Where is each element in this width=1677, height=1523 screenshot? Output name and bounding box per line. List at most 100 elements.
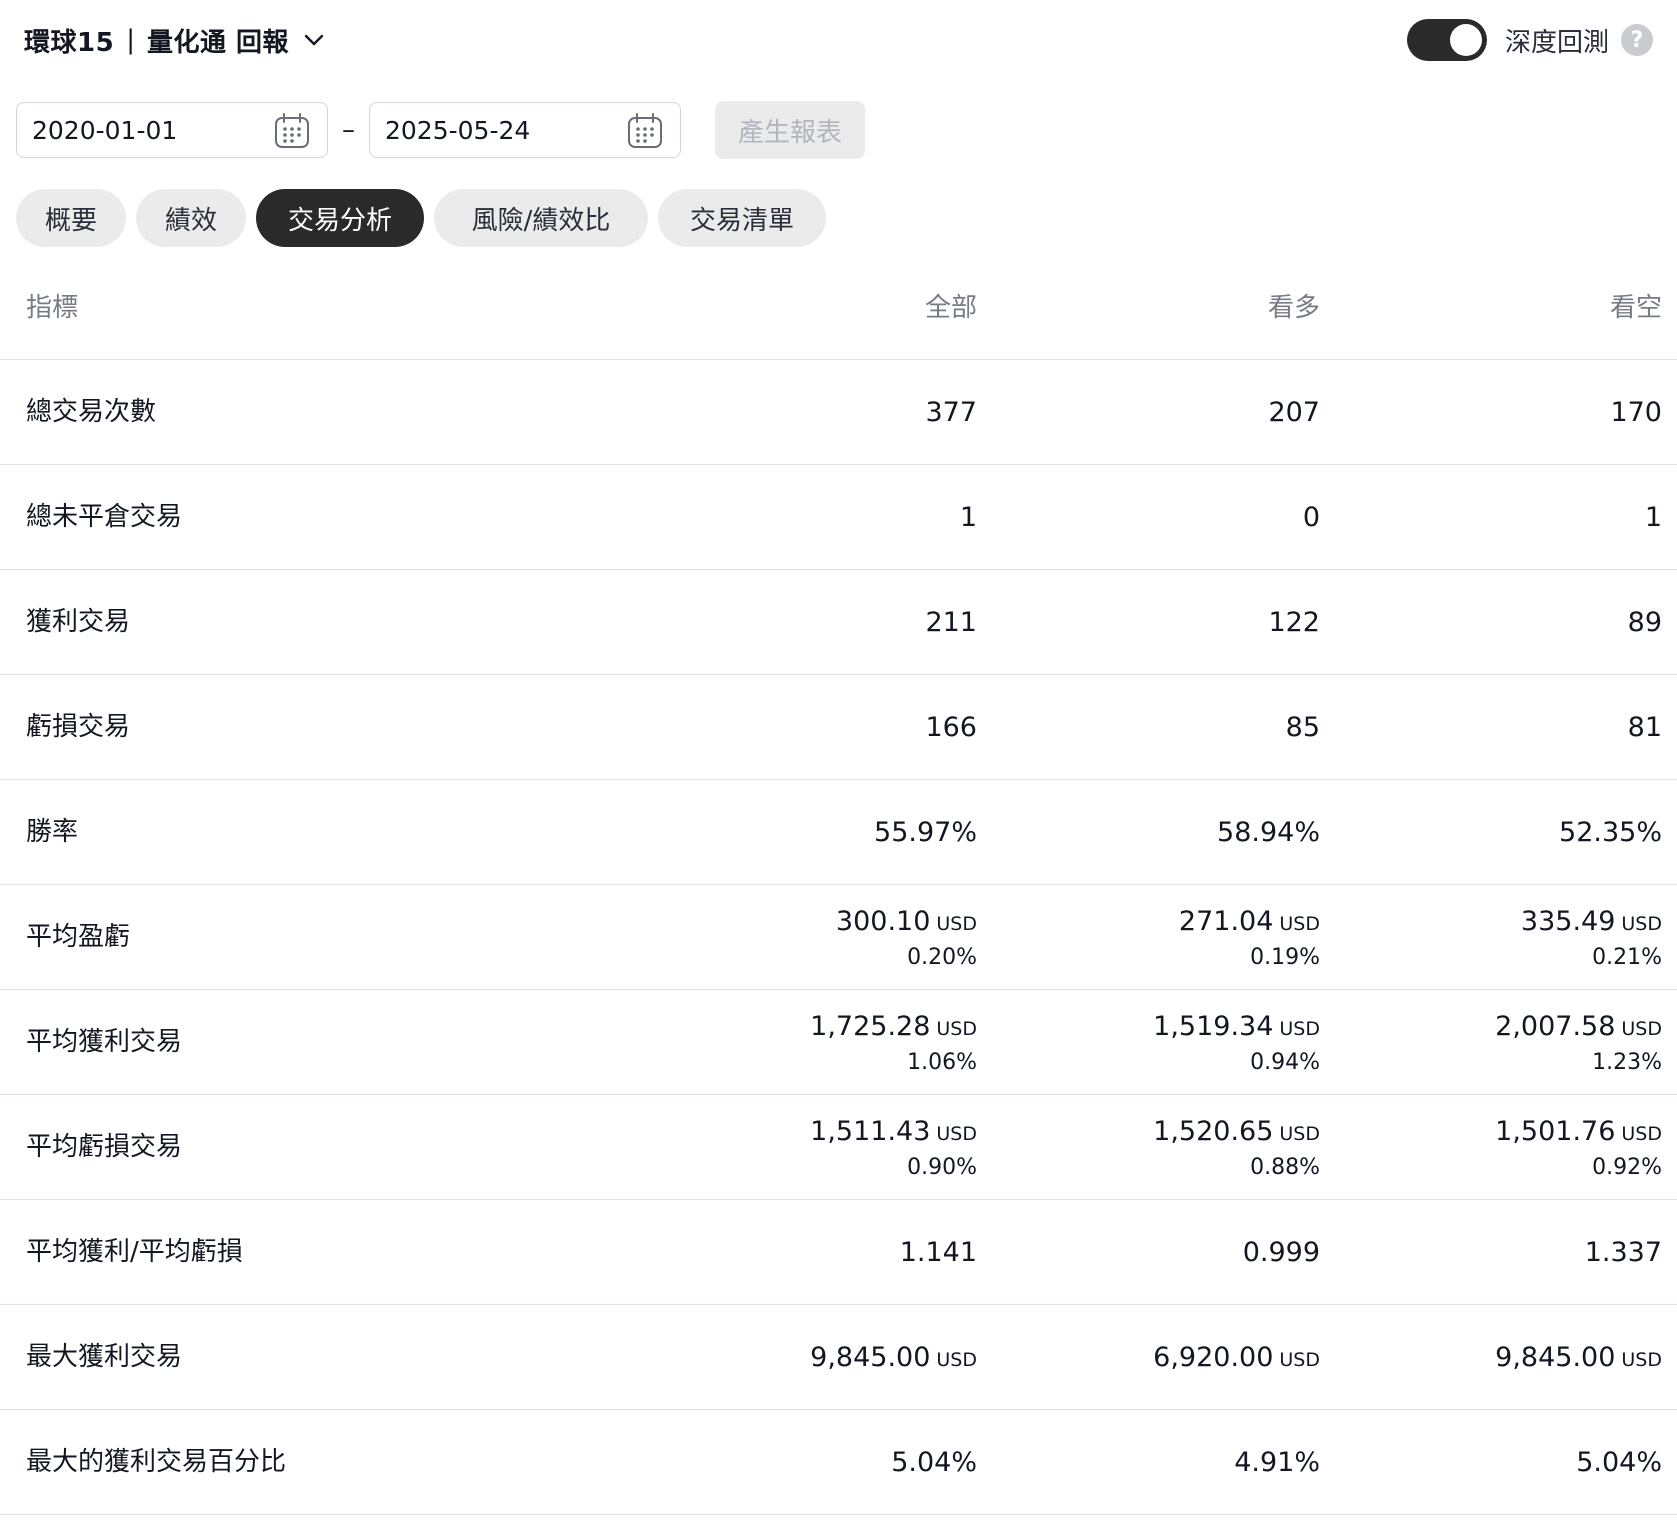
- metric-label: 勝率: [26, 817, 79, 847]
- all-value-cell: 5.04%: [891, 1410, 977, 1515]
- all-value-cell: 1,511.43 USD 0.90%: [810, 1095, 977, 1200]
- table-row: 平均盈虧 300.10 USD 0.20% 271.04 USD 0.19% 335.49 US…: [0, 885, 1677, 990]
- generate-report-button[interactable]: 產生報表: [715, 101, 865, 159]
- percent-subvalue: 0.88%: [1250, 1154, 1320, 1180]
- currency-unit: USD: [1279, 1017, 1320, 1040]
- date-range-row: – 產生報表: [16, 101, 865, 159]
- table-row: 勝率 55.97% 58.94% 52.35%: [0, 780, 1677, 885]
- header-all: 全部: [924, 293, 977, 323]
- percent-subvalue: 0.94%: [1250, 1049, 1320, 1075]
- value-text: 6,920.00: [1153, 1342, 1274, 1373]
- value-line: 9,845.00 USD: [810, 1342, 977, 1373]
- strategy-name: 環球15: [24, 27, 115, 58]
- value-text: 55.97%: [874, 817, 977, 848]
- currency-unit: USD: [1279, 1349, 1320, 1371]
- long-value-cell: 58.94%: [1217, 780, 1320, 885]
- tab-overview[interactable]: 概要: [16, 189, 126, 247]
- long-value-cell: 1,520.65 USD 0.88%: [1153, 1095, 1320, 1200]
- end-date-field[interactable]: [369, 102, 681, 158]
- all-value-cell: 1.141: [900, 1200, 977, 1305]
- header-controls: 深度回測 ?: [1406, 18, 1653, 62]
- value-text: 2,007.58: [1495, 1010, 1616, 1042]
- calendar-icon[interactable]: [626, 112, 664, 154]
- calendar-icon[interactable]: [273, 112, 311, 154]
- all-value-cell: 377: [925, 360, 977, 465]
- short-value-cell: 52.35%: [1559, 780, 1662, 885]
- value-line: 81: [1628, 712, 1662, 743]
- metric-label: 獲利交易: [26, 607, 131, 637]
- long-value-cell: 85: [1286, 675, 1320, 780]
- currency-unit: USD: [1621, 1349, 1662, 1371]
- value-line: 55.97%: [874, 817, 977, 848]
- short-value-cell: 9,845.00 USD: [1495, 1305, 1662, 1410]
- all-value-cell: 55.97%: [874, 780, 977, 885]
- table-row: 平均虧損交易 1,511.43 USD 0.90% 1,520.65 USD 0.88% 1,…: [0, 1095, 1677, 1200]
- short-value-cell: 2,007.58 USD 1.23%: [1495, 990, 1662, 1095]
- value-line: 1,725.28 USD: [810, 1011, 977, 1042]
- toggle-knob: [1449, 24, 1482, 56]
- value-line: 89: [1628, 607, 1662, 638]
- table-row: 最大獲利交易 9,845.00 USD 6,920.00 USD 9,845.00 USD: [0, 1305, 1677, 1410]
- all-value-cell: 166: [925, 675, 977, 780]
- report-tabs: 概要 績效 交易分析 風險/績效比 交易清單: [16, 189, 836, 247]
- tab-performance[interactable]: 績效: [136, 189, 246, 247]
- deep-backtest-toggle[interactable]: [1406, 19, 1487, 61]
- table-row: 總交易次數 377 207 170: [0, 360, 1677, 465]
- value-text: 9,845.00: [810, 1342, 931, 1373]
- value-line: 52.35%: [1559, 817, 1662, 848]
- metric-label: 平均虧損交易: [26, 1132, 183, 1162]
- report-header: 環球15 | 量化通 回報 深度回測 ?: [24, 18, 1653, 62]
- all-value-cell: 300.10 USD 0.20%: [836, 885, 977, 990]
- start-date-input[interactable]: [32, 115, 252, 145]
- metric-label: 虧損交易: [26, 712, 131, 742]
- currency-unit: USD: [1621, 912, 1662, 935]
- metric-label: 最大的獲利交易百分比: [26, 1447, 287, 1477]
- metric-label: 平均盈虧: [26, 922, 131, 952]
- value-text: 335.49: [1520, 905, 1616, 937]
- value-line: 6,920.00 USD: [1153, 1342, 1320, 1373]
- short-value-cell: 335.49 USD 0.21%: [1521, 885, 1662, 990]
- value-line: 58.94%: [1217, 817, 1320, 848]
- table-row: 總未平倉交易 1 0 1: [0, 465, 1677, 570]
- long-value-cell: 6,920.00 USD: [1153, 1305, 1320, 1410]
- value-line: 1: [960, 502, 977, 533]
- value-text: 5.04%: [891, 1447, 977, 1478]
- header-metric: 指標: [26, 293, 79, 323]
- value-text: 271.04: [1178, 905, 1274, 937]
- metric-label: 最大獲利交易: [26, 1342, 183, 1372]
- metric-label: 總未平倉交易: [26, 502, 183, 532]
- value-line: 300.10 USD: [836, 906, 977, 937]
- percent-subvalue: 0.21%: [1592, 944, 1662, 970]
- value-line: 0.999: [1243, 1237, 1320, 1268]
- trade-analysis-table: 指標 全部 看多 看空 總交易次數 377 207 170 總未平倉交易 1 0 1 獲利交易 2…: [0, 258, 1677, 1515]
- percent-subvalue: 0.19%: [1250, 944, 1320, 970]
- help-icon[interactable]: ?: [1621, 24, 1653, 56]
- currency-unit: USD: [1621, 1122, 1662, 1145]
- currency-unit: USD: [1621, 1017, 1662, 1040]
- value-text: 52.35%: [1559, 817, 1662, 848]
- tab-trade-analysis[interactable]: 交易分析: [256, 189, 424, 247]
- value-text: 122: [1268, 607, 1320, 638]
- long-value-cell: 0: [1303, 465, 1320, 570]
- all-value-cell: 1,725.28 USD 1.06%: [810, 990, 977, 1095]
- value-text: 5.04%: [1576, 1447, 1662, 1478]
- currency-unit: USD: [936, 1122, 977, 1145]
- value-line: 2,007.58 USD: [1495, 1011, 1662, 1042]
- end-date-input[interactable]: [385, 115, 605, 145]
- value-text: 1,519.34: [1153, 1010, 1274, 1042]
- short-value-cell: 89: [1628, 570, 1662, 675]
- value-text: 1.141: [899, 1237, 977, 1268]
- value-text: 170: [1610, 397, 1662, 428]
- value-line: 1.141: [900, 1237, 977, 1268]
- tab-risk-performance-ratio[interactable]: 風險/績效比: [434, 189, 648, 247]
- report-title-dropdown[interactable]: 環球15 | 量化通 回報: [24, 22, 325, 59]
- value-line: 335.49 USD: [1521, 906, 1662, 937]
- percent-subvalue: 0.90%: [907, 1154, 977, 1180]
- short-value-cell: 81: [1628, 675, 1662, 780]
- start-date-field[interactable]: [16, 102, 328, 158]
- value-line: 1,520.65 USD: [1153, 1116, 1320, 1147]
- tab-trade-list[interactable]: 交易清單: [658, 189, 826, 247]
- value-text: 9,845.00: [1495, 1342, 1616, 1373]
- value-text: 211: [925, 607, 977, 638]
- percent-subvalue: 1.06%: [907, 1049, 977, 1075]
